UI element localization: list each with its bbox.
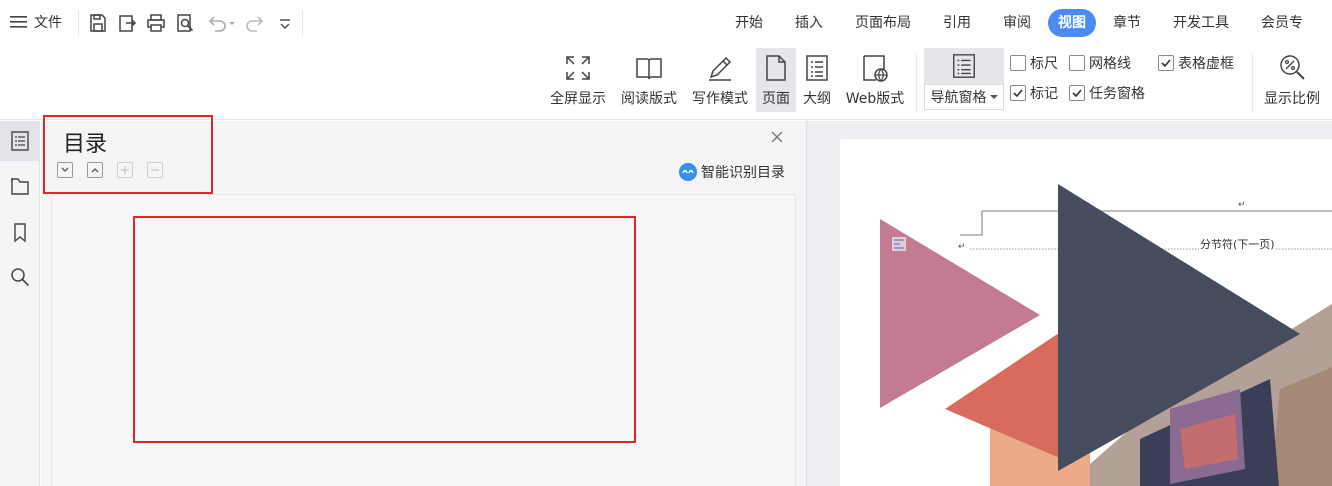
web-page-icon [863, 55, 888, 82]
fullscreen-label: 全屏显示 [550, 91, 606, 107]
tab-view[interactable]: 视图 [1048, 9, 1096, 37]
divider [916, 54, 917, 112]
svg-text:↵: ↵ [1238, 200, 1246, 210]
document-page[interactable]: ↵ ↵ 分节符(下一页) [840, 139, 1332, 486]
ai-icon [679, 163, 697, 181]
navigation-pane-icon [953, 54, 975, 78]
highlight-box [43, 115, 213, 194]
gridlines-label: 网格线 [1089, 56, 1131, 72]
tab-review[interactable]: 审阅 [988, 9, 1046, 37]
toc-icon [11, 131, 29, 151]
tab-insert[interactable]: 插入 [780, 9, 838, 37]
fullscreen-button[interactable]: 全屏显示 [548, 48, 608, 112]
print-button[interactable] [145, 12, 167, 34]
divider [302, 10, 303, 36]
marks-label: 标记 [1030, 86, 1058, 102]
redo-icon [246, 16, 264, 32]
checkbox-box[interactable] [1069, 55, 1085, 71]
zoom-button[interactable]: 显示比例 [1260, 48, 1324, 112]
reading-layout-label: 阅读版式 [621, 91, 677, 107]
redo-button[interactable] [244, 12, 266, 34]
checkmark-icon [1161, 59, 1171, 68]
checkbox-box[interactable] [1010, 55, 1026, 71]
checkmark-icon [1072, 89, 1082, 98]
search-panel-button[interactable] [0, 257, 40, 297]
tab-page-layout[interactable]: 页面布局 [840, 9, 926, 37]
undo-button[interactable] [204, 12, 238, 34]
outline-view-label: 大纲 [803, 91, 831, 107]
ruler-label: 标尺 [1030, 56, 1058, 72]
checkbox-box[interactable] [1158, 55, 1174, 71]
table-gridlines-checkbox[interactable]: 表格虚框 [1158, 53, 1234, 73]
save-icon [90, 14, 106, 32]
tab-developer[interactable]: 开发工具 [1158, 9, 1244, 37]
file-menu-button[interactable]: 文件 [10, 12, 62, 32]
ribbon-tabs: 开始 插入 页面布局 引用 审阅 视图 章节 开发工具 会员专 [720, 9, 1320, 37]
toc-panel-button[interactable] [0, 121, 40, 161]
web-layout-label: Web版式 [845, 91, 905, 107]
tab-references[interactable]: 引用 [928, 9, 986, 37]
title-bar: 文件 开始 插入 页面布局 引用 审阅 视图 章节 开发工具 会员专 [0, 0, 1332, 46]
ruler-checkbox[interactable]: 标尺 [1010, 53, 1058, 73]
table-gridlines-label: 表格虚框 [1178, 56, 1234, 72]
page-view-button[interactable]: 页面 [756, 48, 796, 112]
bookmark-panel-button[interactable] [0, 212, 40, 252]
navigation-pane-button[interactable]: 导航窗格 [924, 48, 1004, 112]
zoom-icon [1280, 55, 1305, 80]
print-preview-icon [177, 14, 194, 32]
chapter-icon [11, 178, 29, 195]
reading-layout-button[interactable]: 阅读版式 [618, 48, 680, 112]
zoom-label: 显示比例 [1264, 91, 1320, 107]
document-area: ↵ ↵ 分节符(下一页) [807, 121, 1332, 486]
svg-text:↵: ↵ [958, 242, 966, 252]
caret-down-icon [989, 95, 998, 99]
checkbox-box[interactable] [1010, 85, 1026, 101]
export-icon [119, 15, 137, 32]
checkbox-box[interactable] [1069, 85, 1085, 101]
tab-chapter[interactable]: 章节 [1098, 9, 1156, 37]
page-view-label: 页面 [762, 91, 790, 107]
smart-toc-button[interactable]: 智能识别目录 [679, 162, 785, 182]
cover-graphic: ↵ ↵ [880, 184, 1332, 486]
layout-options-icon[interactable] [892, 237, 906, 251]
save-button[interactable] [87, 12, 109, 34]
close-icon[interactable] [767, 127, 787, 147]
hamburger-icon [10, 16, 27, 28]
task-pane-checkbox[interactable]: 任务窗格 [1069, 83, 1145, 103]
marks-checkbox[interactable]: 标记 [1010, 83, 1058, 103]
chapter-panel-button[interactable] [0, 166, 40, 206]
side-toolbar [0, 121, 40, 486]
writing-mode-button[interactable]: 写作模式 [689, 48, 751, 112]
undo-icon [208, 16, 235, 32]
gridlines-checkbox[interactable]: 网格线 [1069, 53, 1131, 73]
tab-home[interactable]: 开始 [720, 9, 778, 37]
outline-icon [806, 55, 828, 81]
web-layout-button[interactable]: Web版式 [842, 48, 908, 112]
navigation-pane-dropdown[interactable]: 导航窗格 [924, 84, 1004, 110]
divider [1252, 54, 1253, 112]
checkmark-icon [1013, 89, 1023, 98]
customize-quick-access-button[interactable] [274, 12, 296, 34]
export-button[interactable] [116, 12, 138, 34]
task-pane-label: 任务窗格 [1089, 86, 1145, 102]
navigation-pane-label: 导航窗格 [930, 90, 987, 106]
writing-mode-label: 写作模式 [692, 91, 748, 107]
outline-view-button[interactable]: 大纲 [798, 48, 836, 112]
section-break-marker: 分节符(下一页) [1199, 238, 1276, 251]
highlight-box [133, 216, 636, 443]
page-icon [766, 55, 786, 81]
divider [78, 10, 79, 36]
search-icon [11, 268, 30, 287]
pen-icon [709, 56, 732, 81]
view-ribbon: 全屏显示 阅读版式 写作模式 页面 大纲 Web版式 导航窗格 标尺 网格线 表… [0, 46, 1332, 120]
bookmark-icon [14, 223, 26, 243]
file-menu-label: 文件 [34, 15, 62, 31]
smart-toc-label: 智能识别目录 [701, 165, 785, 181]
book-icon [636, 58, 662, 80]
print-preview-button[interactable] [174, 12, 196, 34]
print-icon [147, 14, 165, 32]
fullscreen-icon [566, 56, 590, 80]
tab-member[interactable]: 会员专 [1246, 9, 1318, 37]
chevron-down-icon [280, 19, 290, 30]
